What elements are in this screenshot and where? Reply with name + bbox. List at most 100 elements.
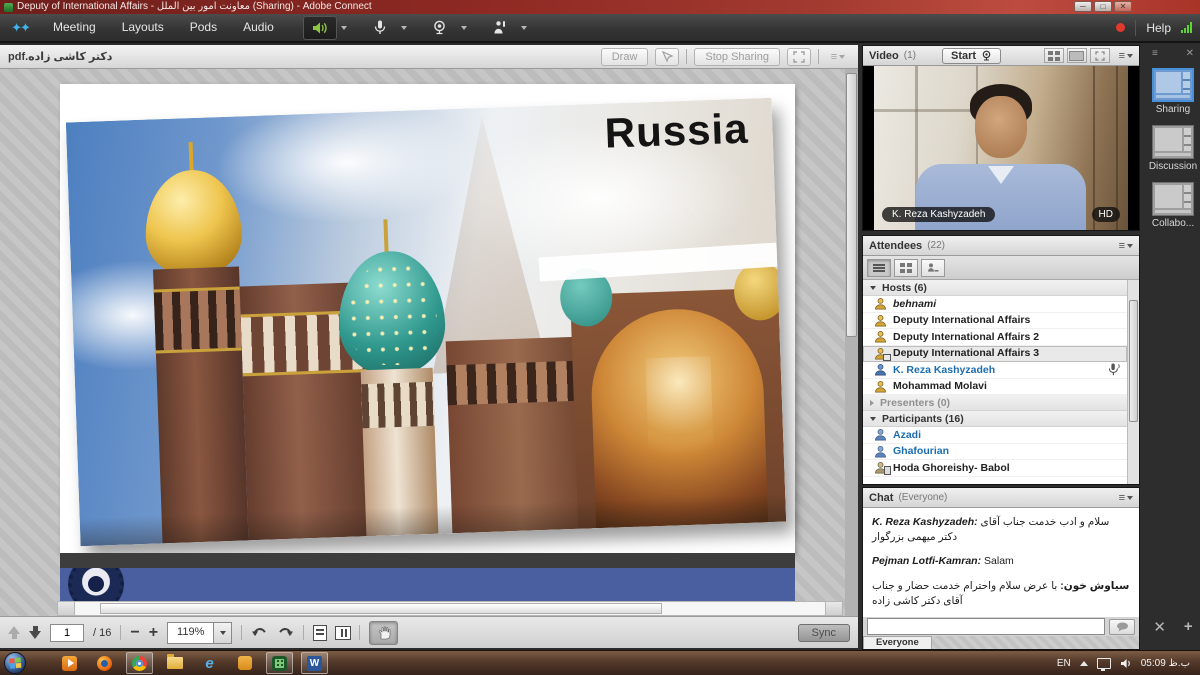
grid-view-button[interactable] [1044, 48, 1064, 63]
attendee-grid-view-button[interactable] [894, 259, 918, 277]
zoom-level-select[interactable]: 119% [167, 622, 232, 644]
minimize-button[interactable]: ─ [1074, 1, 1092, 12]
video-pod-menu-button[interactable]: ≡ [1119, 50, 1133, 62]
webcam-button[interactable] [423, 16, 457, 40]
blue-person-icon [874, 363, 887, 376]
horizontal-scroll-thumb[interactable] [100, 603, 662, 614]
internet-explorer-taskbar-icon[interactable]: e [196, 652, 223, 674]
attendee-row-presenting[interactable]: Deputy International Affairs 3 [863, 346, 1127, 363]
attendee-row[interactable]: Mohammad Molavi [863, 379, 1127, 396]
attendee-row[interactable]: Deputy International Affairs 2 [863, 329, 1127, 346]
attendee-list-view-button[interactable] [867, 259, 891, 277]
attendee-row[interactable]: Azadi [863, 427, 1127, 444]
chat-input[interactable] [867, 618, 1105, 635]
next-page-button[interactable] [29, 626, 41, 639]
start-webcam-button[interactable]: Start [942, 48, 1001, 64]
chat-messages: K. Reza Kashyzadeh: سلام و ادب خدمت جناب… [863, 508, 1139, 617]
hosts-section-header[interactable]: Hosts (6) [863, 280, 1127, 296]
layout-discussion-label[interactable]: Discussion [1146, 161, 1200, 172]
sync-button[interactable]: Sync [798, 624, 850, 642]
microphone-dropdown[interactable] [397, 17, 411, 39]
draw-button[interactable]: Draw [601, 48, 649, 66]
fit-width-button[interactable] [335, 626, 351, 640]
chrome-taskbar-icon[interactable] [126, 652, 153, 674]
fit-page-button[interactable] [313, 625, 327, 641]
menu-audio[interactable]: Audio [230, 14, 287, 41]
chat-pod-menu-button[interactable]: ≡ [1119, 492, 1133, 504]
zoom-in-button[interactable]: + [149, 625, 158, 641]
page-number-input[interactable] [50, 624, 84, 642]
scroll-right-button[interactable] [825, 602, 842, 615]
horizontal-scrollbar[interactable] [57, 601, 843, 616]
add-layout-button[interactable]: + [1184, 618, 1193, 636]
camera-icon [981, 50, 992, 61]
layout-discussion-thumbnail[interactable] [1152, 125, 1194, 159]
participants-section-header[interactable]: Participants (16) [863, 411, 1127, 427]
video-pod-count: (1) [904, 50, 916, 61]
speaker-button[interactable] [303, 16, 337, 40]
maximize-button[interactable]: □ [1094, 1, 1112, 12]
app-taskbar-icon[interactable] [231, 652, 258, 674]
video-fullscreen-button[interactable] [1090, 48, 1110, 63]
chat-sender: سیاوش خون: [1060, 580, 1129, 592]
microphone-button[interactable] [363, 16, 397, 40]
previous-page-button[interactable] [8, 626, 20, 639]
attendees-pod-menu-button[interactable]: ≡ [1119, 240, 1133, 252]
vertical-scrollbar[interactable] [845, 69, 858, 616]
vertical-scroll-thumb[interactable] [846, 73, 857, 337]
attendee-row[interactable]: Ghafourian [863, 444, 1127, 461]
layout-collaboration-label[interactable]: Collabo... [1146, 218, 1200, 229]
expand-icon [1095, 51, 1105, 61]
firefox-taskbar-icon[interactable] [91, 652, 118, 674]
adobe-connect-taskbar-icon[interactable] [266, 652, 293, 674]
zoom-out-button[interactable]: − [130, 625, 139, 641]
zoom-dropdown-button[interactable] [213, 623, 231, 643]
pointer-button[interactable] [655, 48, 679, 66]
attendee-row[interactable]: behnami [863, 296, 1127, 313]
layout-bar-close-icon[interactable]: ✕ [1186, 48, 1194, 59]
share-pod-menu-button[interactable]: ≡ [826, 48, 850, 66]
attendee-status-view-button[interactable] [921, 259, 945, 277]
pan-tool-button[interactable] [369, 621, 398, 645]
filmstrip-view-button[interactable] [1067, 48, 1087, 63]
menu-pods[interactable]: Pods [177, 14, 230, 41]
attendee-row[interactable]: Deputy International Affairs [863, 313, 1127, 330]
close-button[interactable]: ✕ [1114, 1, 1132, 12]
send-message-button[interactable] [1109, 619, 1135, 635]
menu-help[interactable]: Help [1146, 21, 1171, 35]
redo-button[interactable] [277, 626, 294, 639]
slide-heading: Russia [604, 105, 749, 158]
explorer-taskbar-icon[interactable] [161, 652, 188, 674]
layout-collaboration-thumbnail[interactable] [1152, 182, 1194, 216]
network-icon[interactable] [1097, 658, 1111, 669]
attendee-row[interactable]: Hoda Ghoreishy- Babol [863, 460, 1127, 477]
status-dropdown[interactable] [517, 17, 531, 39]
chat-tab-everyone[interactable]: Everyone [863, 636, 932, 649]
webcam-dropdown[interactable] [457, 17, 471, 39]
stop-sharing-button[interactable]: Stop Sharing [694, 48, 780, 66]
delete-layout-button[interactable]: ✕ [1153, 618, 1166, 636]
scroll-left-button[interactable] [58, 602, 75, 615]
taskbar-clock[interactable]: 05:09 ب.ظ [1141, 658, 1190, 669]
attendees-scrollbar[interactable] [1127, 280, 1139, 484]
taskbar-icons: e W [56, 652, 328, 674]
undo-button[interactable] [251, 626, 268, 639]
layout-bar-menu-button[interactable]: ≡ [1152, 48, 1158, 59]
language-indicator[interactable]: EN [1057, 658, 1071, 669]
video-pod-body: K. Reza Kashyzadeh HD [863, 66, 1139, 230]
attendee-row-self[interactable]: K. Reza Kashyzadeh [863, 362, 1127, 379]
presenters-section-header[interactable]: Presenters (0) [863, 395, 1127, 411]
speaker-dropdown[interactable] [337, 17, 351, 39]
word-taskbar-icon[interactable]: W [301, 652, 328, 674]
menu-layouts[interactable]: Layouts [109, 14, 177, 41]
volume-icon[interactable] [1120, 658, 1132, 669]
attendees-scroll-thumb[interactable] [1129, 300, 1138, 422]
tray-expand-icon[interactable] [1080, 661, 1088, 666]
fullscreen-button[interactable] [787, 48, 811, 66]
status-button[interactable] [483, 16, 517, 40]
layout-sharing-label[interactable]: Sharing [1146, 104, 1200, 115]
media-player-taskbar-icon[interactable] [56, 652, 83, 674]
menu-meeting[interactable]: Meeting [40, 14, 109, 41]
layout-sharing-thumbnail[interactable] [1152, 68, 1194, 102]
start-button[interactable] [4, 652, 26, 674]
